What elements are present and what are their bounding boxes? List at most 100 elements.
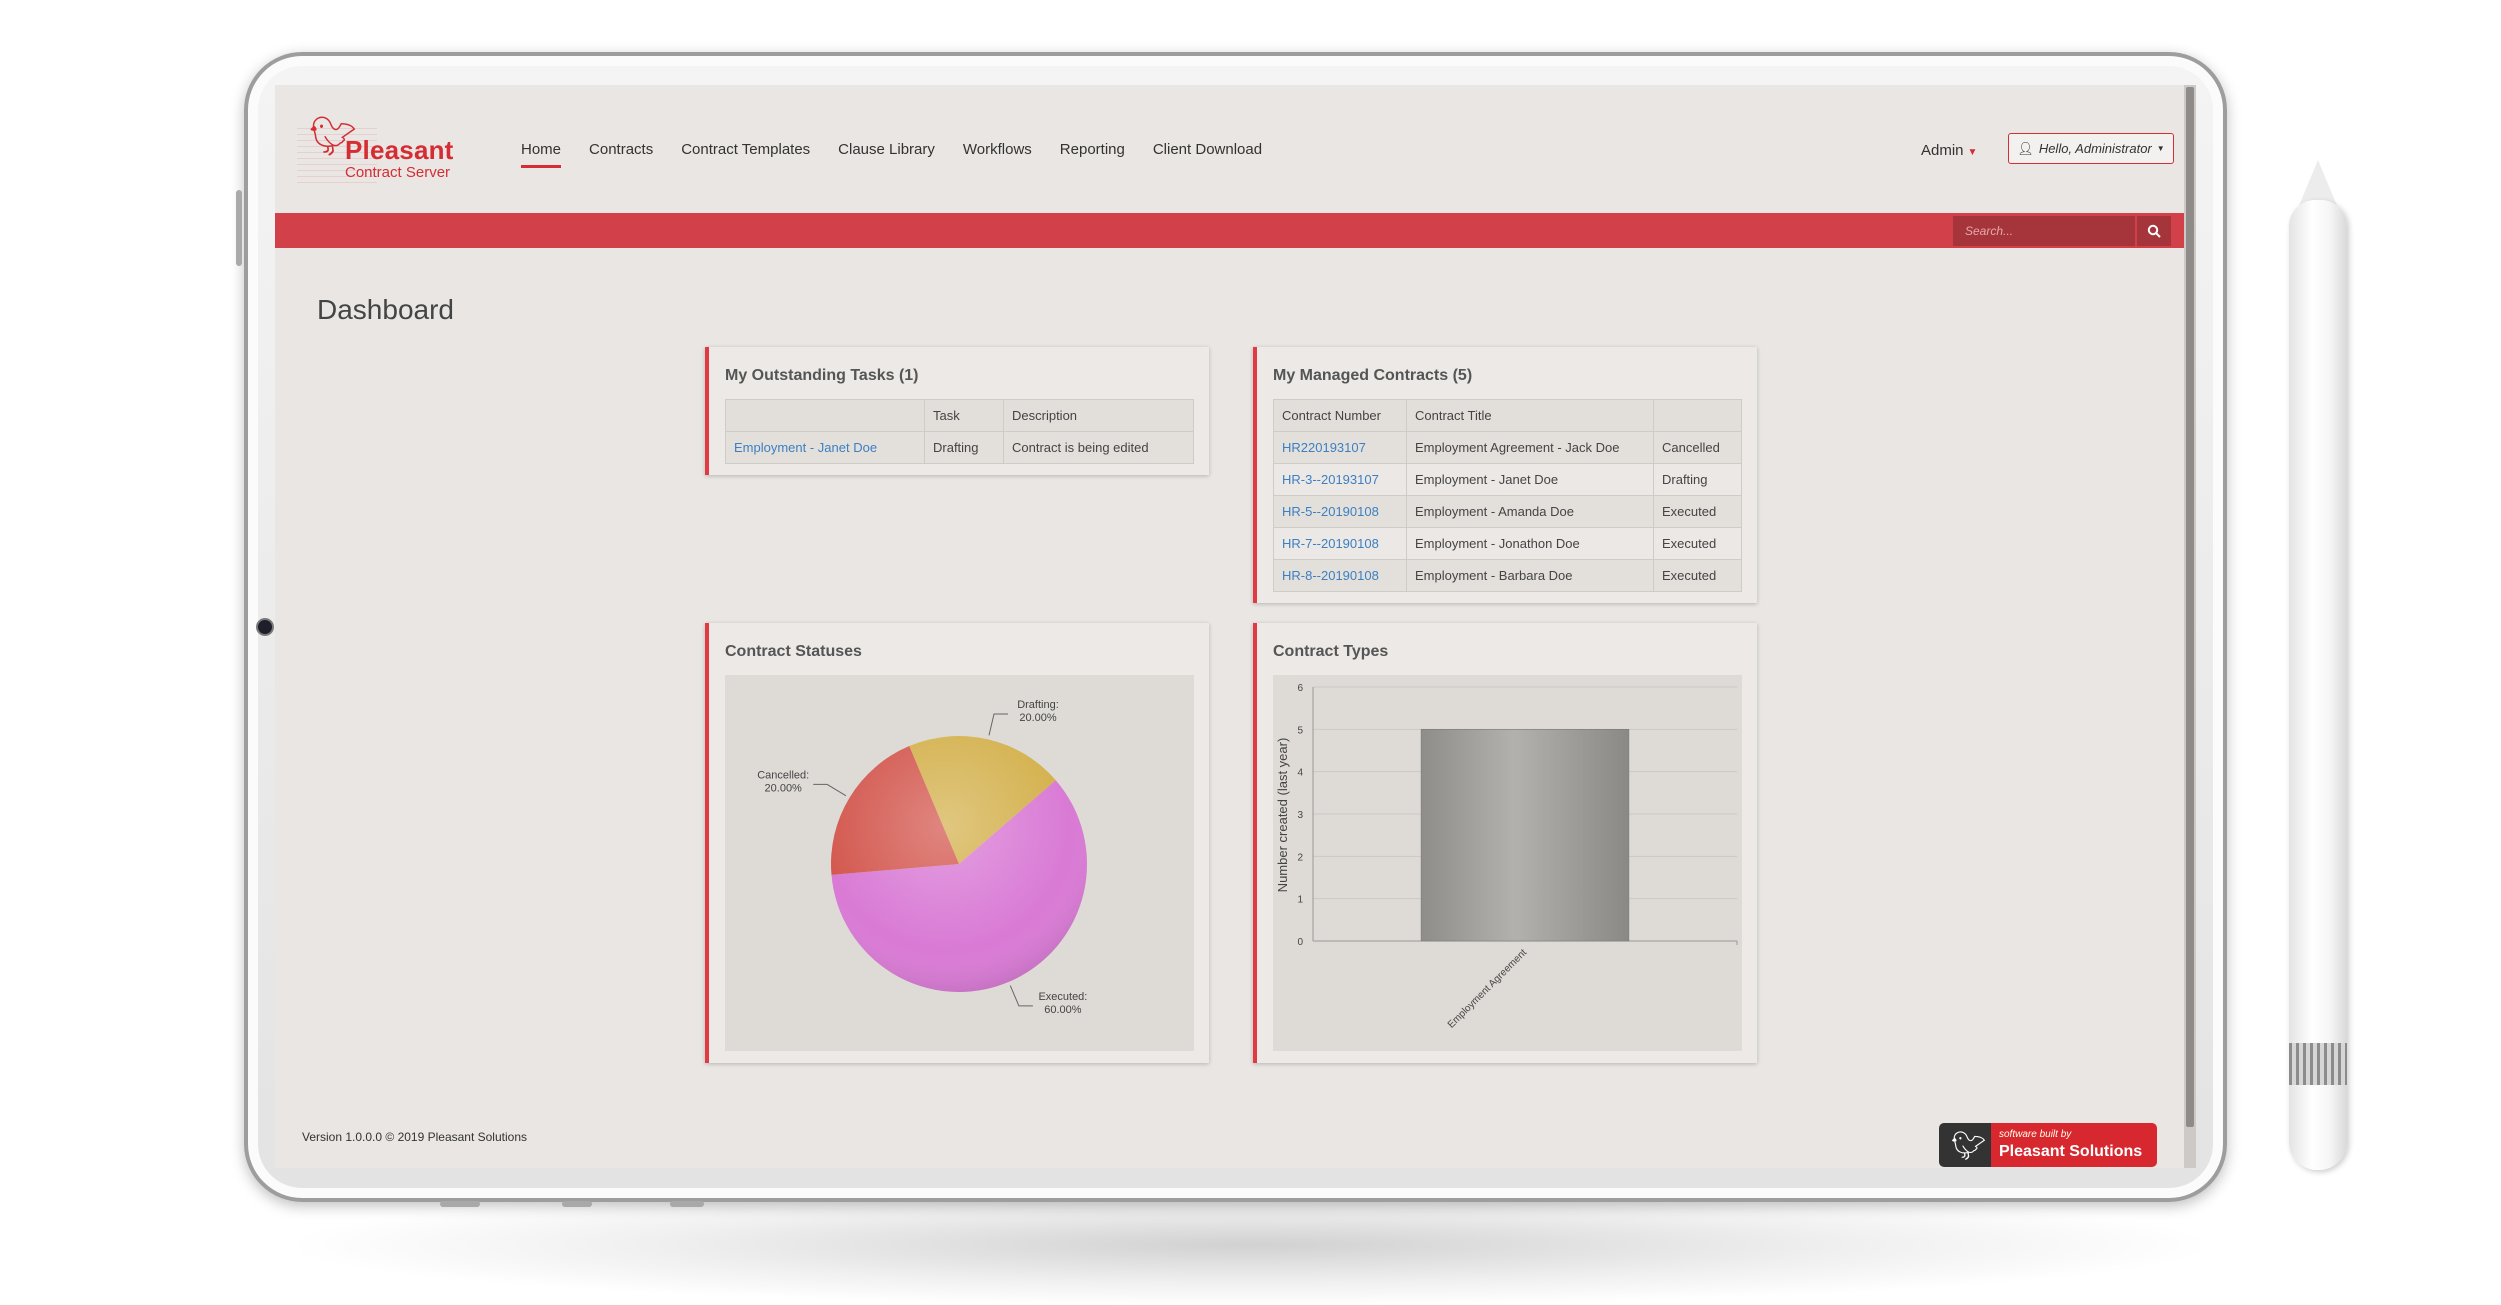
nav-contract-templates[interactable]: Contract Templates — [681, 141, 810, 168]
table-row: Employment - Janet Doe Drafting Contract… — [725, 431, 1194, 464]
contract-status-cell: Executed — [1653, 527, 1742, 560]
panel-title: Contract Statuses — [725, 643, 862, 660]
y-tick-label: 6 — [1297, 683, 1303, 694]
pie-leader-line — [988, 713, 1008, 736]
tablet-camera — [256, 618, 274, 636]
y-tick-label: 3 — [1297, 810, 1303, 821]
pie-data-label: Drafting: 20.00% — [1017, 699, 1059, 724]
pie-chart: Drafting: 20.00% Executed: 60.00% Cancelled:… — [757, 699, 1087, 1016]
bar-chart: 0 1 2 3 4 5 6 Employment Agreement Number crea… — [1275, 683, 1738, 1031]
task-item-link[interactable]: Employment - Janet Doe — [734, 440, 877, 455]
task-description-cell: Contract is being edited — [1003, 431, 1194, 464]
contract-status-cell: Executed — [1653, 495, 1742, 528]
vertical-scrollbar[interactable] — [2184, 85, 2196, 1168]
pie-shading — [831, 736, 1087, 992]
y-axis-label: Number created (last year) — [1275, 738, 1290, 893]
table-row: HR-7--20190108 Employment - Jonathon Doe… — [1273, 527, 1742, 560]
nav-contracts[interactable]: Contracts — [589, 141, 653, 168]
column-header — [725, 399, 925, 432]
table-row: HR220193107 Employment Agreement - Jack … — [1273, 431, 1742, 464]
version-footer: Version 1.0.0.0 © 2019 Pleasant Solution… — [302, 1130, 527, 1144]
contract-types-panel: Contract Types 0 1 2 3 4 5 6 Employment Agreem… — [1253, 623, 1757, 1063]
x-tick-label: Employment Agreement — [1446, 947, 1529, 1030]
nav-home[interactable]: Home — [521, 141, 562, 168]
contract-number-cell: HR220193107 — [1273, 431, 1407, 464]
column-header: Contract Title — [1406, 399, 1654, 432]
contract-statuses-panel: Contract Statuses Drafting: 20.00% Execute… — [705, 623, 1209, 1063]
contract-title-cell: Employment Agreement - Jack Doe — [1406, 431, 1654, 464]
task-type-cell: Drafting — [924, 431, 1004, 464]
app-logo[interactable]: 🐦︎ Pleasant Contract Server — [297, 105, 472, 190]
nav-client-download[interactable]: Client Download — [1153, 141, 1262, 168]
contract-number-link[interactable]: HR-3--20193107 — [1282, 472, 1379, 487]
nav-reporting[interactable]: Reporting — [1060, 141, 1125, 168]
y-tick-label: 1 — [1297, 895, 1303, 906]
tablet-bottom-button — [562, 1201, 592, 1207]
table-header-row: Contract Number Contract Title — [1273, 399, 1742, 432]
pie-chart-area: Drafting: 20.00% Executed: 60.00% Cancelled:… — [725, 675, 1194, 1051]
search-button[interactable] — [2137, 216, 2171, 246]
contract-number-link[interactable]: HR-5--20190108 — [1282, 504, 1379, 519]
caret-down-icon: ▼ — [1967, 147, 1978, 158]
badge-company: Pleasant Solutions — [1999, 1143, 2143, 1160]
outstanding-tasks-panel: My Outstanding Tasks (1) Task Descriptio… — [705, 347, 1209, 475]
caret-down-icon: ▼ — [2156, 144, 2165, 153]
pencil-band — [2289, 1043, 2347, 1085]
contract-number-link[interactable]: HR-8--20190108 — [1282, 568, 1379, 583]
page-title: Dashboard — [317, 294, 454, 325]
search-icon — [2147, 224, 2161, 238]
contract-number-cell: HR-8--20190108 — [1273, 559, 1407, 592]
search-input[interactable] — [1953, 216, 2135, 246]
user-greeting: Hello, Administrator — [2038, 141, 2152, 156]
admin-menu-label: Admin — [1921, 142, 1964, 159]
contract-status-cell: Executed — [1653, 559, 1742, 592]
table-row: HR-5--20190108 Employment - Amanda Doe E… — [1273, 495, 1742, 528]
app-screen: 🐦︎ Pleasant Contract Server Home Contrac… — [275, 85, 2196, 1168]
logo-brand: Pleasant — [345, 135, 454, 165]
scrollbar-thumb[interactable] — [2186, 87, 2194, 1127]
bar-chart-area: 0 1 2 3 4 5 6 Employment Agreement Number crea… — [1273, 675, 1742, 1051]
nav-clause-library[interactable]: Clause Library — [838, 141, 935, 168]
contracts-table: Contract Number Contract Title HR2201931… — [1273, 399, 1742, 592]
contract-number-cell: HR-7--20190108 — [1273, 527, 1407, 560]
table-header-row: Task Description — [725, 399, 1194, 432]
contract-title-cell: Employment - Jonathon Doe — [1406, 527, 1654, 560]
panel-title: Contract Types — [1273, 643, 1389, 660]
panel-title: My Managed Contracts (5) — [1273, 367, 1473, 384]
bar-employment-agreement[interactable] — [1420, 728, 1630, 942]
table-row: HR-8--20190108 Employment - Barbara Doe … — [1273, 559, 1742, 592]
column-header: Contract Number — [1273, 399, 1407, 432]
user-menu-button[interactable]: 👤︎ Hello, Administrator ▼ — [2008, 133, 2174, 164]
contract-title-cell: Employment - Barbara Doe — [1406, 559, 1654, 592]
contract-status-cell: Cancelled — [1653, 431, 1742, 464]
contract-number-cell: HR-5--20190108 — [1273, 495, 1407, 528]
pie-data-label: Cancelled: 20.00% — [757, 769, 809, 794]
contract-number-link[interactable]: HR220193107 — [1282, 440, 1366, 455]
y-tick-label: 0 — [1297, 937, 1303, 948]
contract-title-cell: Employment - Janet Doe — [1406, 463, 1654, 496]
hummingbird-icon: 🐦︎ — [1951, 1130, 1987, 1161]
table-row: HR-3--20193107 Employment - Janet Doe Dr… — [1273, 463, 1742, 496]
pie-leader-line — [813, 783, 847, 797]
nav-workflows[interactable]: Workflows — [963, 141, 1032, 168]
column-header: Task — [924, 399, 1004, 432]
column-header: Description — [1003, 399, 1194, 432]
badge-tagline: software built by — [1999, 1129, 2072, 1140]
admin-menu[interactable]: Admin ▼ — [1921, 142, 1977, 159]
search-bar-strip — [275, 213, 2184, 248]
tasks-table: Task Description Employment - Janet Doe … — [725, 399, 1194, 464]
pleasant-solutions-badge[interactable]: 🐦︎ software built by Pleasant Solutions — [1939, 1123, 2157, 1167]
logo-product: Contract Server — [345, 164, 451, 181]
pie-leader-line — [1009, 985, 1033, 1007]
tablet-side-button — [236, 190, 242, 266]
main-nav: Home Contracts Contract Templates Clause… — [521, 141, 1262, 168]
column-header — [1653, 399, 1742, 432]
tablet-bottom-button — [670, 1201, 704, 1207]
contract-number-link[interactable]: HR-7--20190108 — [1282, 536, 1379, 551]
task-item-cell: Employment - Janet Doe — [725, 431, 925, 464]
contract-title-cell: Employment - Amanda Doe — [1406, 495, 1654, 528]
user-icon: 👤︎ — [2017, 140, 2034, 156]
y-tick-label: 2 — [1297, 852, 1303, 863]
stylus-pencil — [2289, 200, 2347, 1170]
y-tick-label: 4 — [1297, 768, 1303, 779]
